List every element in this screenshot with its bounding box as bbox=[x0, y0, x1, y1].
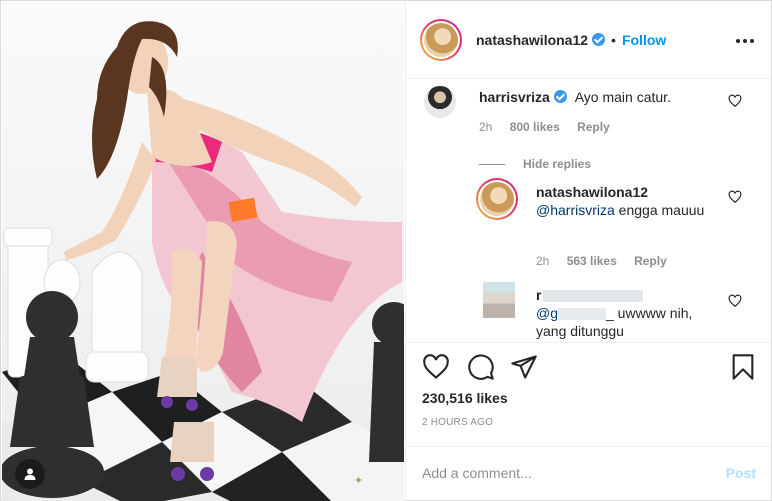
save-icon[interactable] bbox=[729, 353, 757, 381]
post-photo[interactable]: ✦ bbox=[2, 2, 404, 501]
comment-like-heart-icon[interactable] bbox=[728, 94, 742, 108]
commenter-avatar[interactable] bbox=[424, 86, 456, 118]
blurred-username bbox=[543, 290, 644, 303]
tag-user-icon[interactable] bbox=[15, 459, 45, 489]
follow-button[interactable]: Follow bbox=[622, 32, 666, 48]
comment-likes[interactable]: 800 likes bbox=[510, 120, 560, 134]
comment-text: Ayo main catur. bbox=[574, 89, 671, 105]
reply-like-heart-icon[interactable] bbox=[728, 190, 742, 204]
reply-mention[interactable]: @g bbox=[536, 305, 558, 321]
more-options-icon[interactable] bbox=[733, 29, 757, 53]
reply-item: r @g _ uwwww nih, yang ditunggu bbox=[406, 280, 772, 341]
comment-input[interactable] bbox=[422, 461, 702, 485]
post-side-panel: natashawilona12 • Follow harrisvriza Ayo… bbox=[405, 2, 772, 501]
reply-username[interactable]: natashawilona12 bbox=[536, 184, 648, 200]
reply-username[interactable]: r bbox=[536, 287, 541, 303]
reply-avatar[interactable] bbox=[476, 178, 518, 220]
reply-mention[interactable]: @harrisvriza bbox=[536, 202, 615, 218]
post-comment-button[interactable]: Post bbox=[726, 465, 756, 481]
reply-like-heart-icon[interactable] bbox=[728, 294, 742, 308]
comment-username[interactable]: harrisvriza bbox=[479, 89, 567, 105]
post-actions bbox=[406, 342, 772, 392]
comments-list[interactable]: harrisvriza Ayo main catur. 2h 800 likes… bbox=[406, 80, 772, 341]
post-timestamp[interactable]: 2 HOURS AGO bbox=[422, 417, 493, 428]
photographer-watermark: ✦ bbox=[354, 474, 364, 487]
heart-icon[interactable] bbox=[422, 353, 450, 381]
reply-time[interactable]: 2h bbox=[536, 254, 549, 268]
reply-button[interactable]: Reply bbox=[577, 120, 610, 134]
author-avatar[interactable] bbox=[420, 19, 462, 61]
hide-replies-toggle[interactable]: Hide replies bbox=[479, 156, 591, 172]
comment-icon[interactable] bbox=[467, 353, 495, 381]
reply-text: engga mauuu bbox=[614, 202, 705, 218]
reply-button[interactable]: Reply bbox=[634, 254, 667, 268]
post-header: natashawilona12 • Follow bbox=[406, 2, 772, 79]
likes-count[interactable]: 230,516 likes bbox=[422, 390, 508, 406]
reply-item: natashawilona12 @harrisvriza engga mauuu… bbox=[406, 178, 772, 274]
hide-replies-label[interactable]: Hide replies bbox=[523, 157, 591, 171]
add-comment-bar: Post bbox=[406, 446, 772, 501]
comment-item: harrisvriza Ayo main catur. 2h 800 likes… bbox=[406, 80, 772, 150]
photo-illustration bbox=[2, 2, 404, 501]
blurred-mention bbox=[558, 308, 606, 321]
reply-likes[interactable]: 563 likes bbox=[567, 254, 617, 268]
comment-time[interactable]: 2h bbox=[479, 120, 492, 134]
instagram-post: ✦ natashawilona12 • Follow harrisvriza A… bbox=[0, 0, 772, 501]
verified-badge-icon bbox=[553, 90, 567, 103]
verified-badge-icon bbox=[592, 33, 606, 46]
author-username[interactable]: natashawilona12 bbox=[476, 32, 606, 48]
reply-avatar-blurred[interactable] bbox=[483, 282, 515, 318]
share-icon[interactable] bbox=[510, 353, 538, 381]
separator-dot: • bbox=[611, 32, 616, 48]
